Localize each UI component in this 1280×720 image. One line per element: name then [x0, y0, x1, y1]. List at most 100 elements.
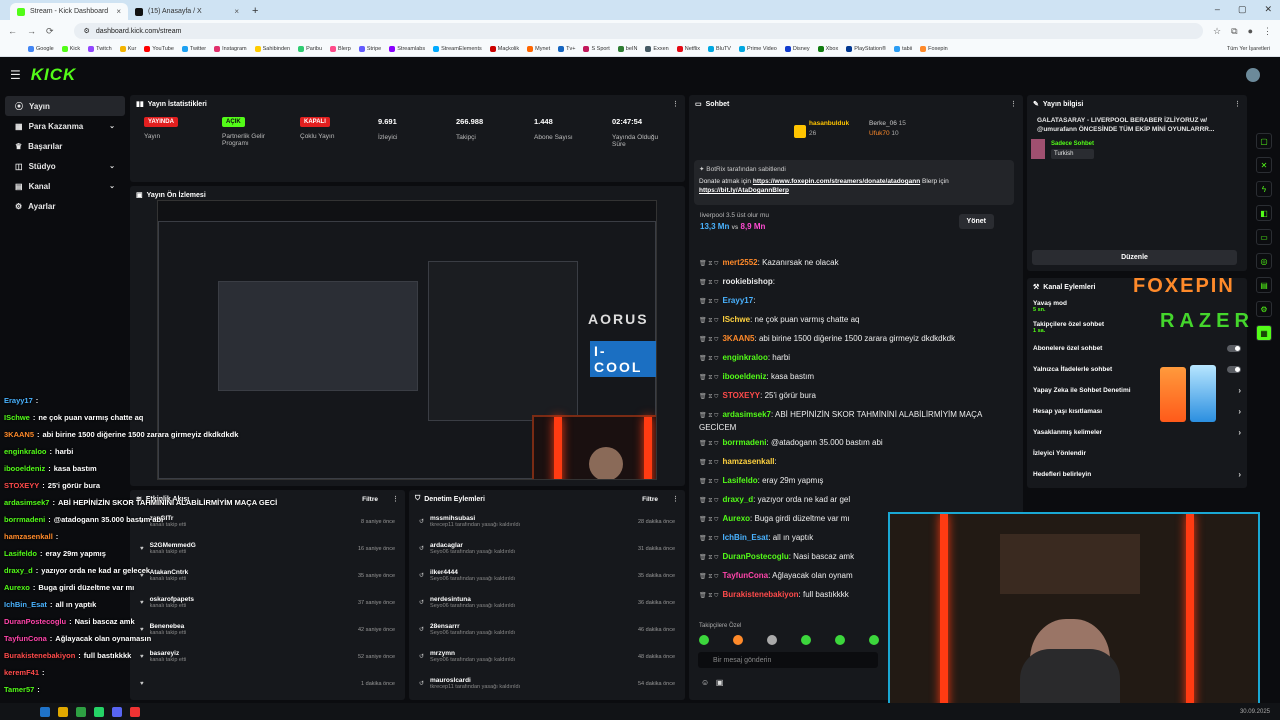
- bookmark-twitch[interactable]: Twitch: [88, 46, 112, 52]
- item-name[interactable]: ilker4444: [430, 569, 515, 576]
- mod-tools-icon[interactable]: 🗑 ⧖ ⛉: [699, 479, 718, 485]
- sidebar-item-ayarlar[interactable]: ⚙ Ayarlar: [5, 196, 125, 216]
- bookmark-tv-[interactable]: Tv+: [558, 46, 575, 52]
- mod-tools-icon[interactable]: 🗑 ⧖ ⛉: [699, 498, 718, 504]
- maximize-icon[interactable]: ▢: [1238, 4, 1247, 15]
- emote-icon[interactable]: [869, 635, 879, 645]
- tool-icon[interactable]: ◧: [1256, 205, 1272, 221]
- chat-message[interactable]: 🗑 ⧖ ⛉ hamzasenkall:: [689, 452, 1023, 471]
- item-name[interactable]: mssmihsubasi: [430, 515, 520, 522]
- sidebar-item-studyo[interactable]: ◫ Stüdyo ⌄: [5, 156, 125, 176]
- bookmark-disney[interactable]: Disney: [784, 46, 810, 52]
- bookmark-twitter[interactable]: Twitter: [181, 46, 206, 52]
- chat-input[interactable]: Bir mesaj gönderin: [698, 652, 878, 668]
- chat-message[interactable]: 🗑 ⧖ ⛉ ardasimsek7: ABİ HEPİNİZİN SKOR TAH…: [689, 405, 1023, 433]
- chat-message[interactable]: 🗑 ⧖ ⛉ borrmadeni: @atadogann 35.000 bastı…: [689, 433, 1023, 452]
- list-item[interactable]: ↺ 28ensarrr Seyo06 tarafından yasağı kaldı…: [409, 616, 685, 643]
- mod-tools-icon[interactable]: 🗑 ⧖ ⛉: [699, 441, 718, 447]
- chat-username[interactable]: draxy_d: [722, 495, 753, 504]
- list-item[interactable]: ↺ ardacaglar Seyo06 tarafından yasağı kald…: [409, 535, 685, 562]
- chat-message[interactable]: 🗑 ⧖ ⛉ Erayy17:: [689, 291, 1023, 310]
- chat-username[interactable]: ibooeldeniz: [722, 372, 766, 381]
- menu-dots-icon[interactable]: ⋮: [672, 495, 679, 503]
- chat-message[interactable]: 🗑 ⧖ ⛉ 3KAAN5: abi birine 1500 diğerine 15…: [689, 329, 1023, 348]
- close-window-icon[interactable]: ✕: [1264, 4, 1272, 15]
- url-field[interactable]: ⚙ dashboard.kick.com/stream: [73, 23, 1204, 39]
- mod-tools-icon[interactable]: 🗑 ⧖ ⛉: [699, 536, 718, 542]
- list-item[interactable]: ↺ nerdesintuna Seyo06 tarafından yasağı ka…: [409, 589, 685, 616]
- chat-username[interactable]: DuranPostecoglu: [722, 552, 788, 561]
- sidebar-item-basarilar[interactable]: ♛ Başarılar: [5, 136, 125, 156]
- bookmark-paribu[interactable]: Paribu: [298, 46, 322, 52]
- emote-icon[interactable]: [767, 635, 777, 645]
- tab-kick-dashboard[interactable]: Stream - Kick Dashboard ×: [10, 3, 128, 20]
- hamburger-menu-icon[interactable]: ☰: [10, 68, 21, 82]
- bookmark-instagram[interactable]: Instagram: [214, 46, 247, 52]
- item-name[interactable]: mrzymn: [430, 650, 515, 657]
- bookmark-tabii[interactable]: tabii: [894, 46, 912, 52]
- bookmark-prime-video[interactable]: Prime Video: [738, 46, 777, 52]
- bookmark-xbox[interactable]: Xbox: [817, 46, 838, 52]
- explorer-icon[interactable]: [58, 706, 68, 717]
- item-name[interactable]: nerdesintuna: [430, 596, 515, 603]
- bookmark-blerp[interactable]: Blerp: [330, 46, 351, 52]
- bookmark-playstation-[interactable]: PlayStation®: [846, 46, 886, 52]
- edit-stream-button[interactable]: Düzenle: [1032, 250, 1237, 265]
- channel-setting-row[interactable]: İzleyici Yönlendir: [1027, 443, 1247, 464]
- chat-message[interactable]: 🗑 ⧖ ⛉ Lasifeldo: eray 29m yapmış: [689, 471, 1023, 490]
- bookmark-streamelements[interactable]: StreamElements: [433, 46, 482, 52]
- list-item[interactable]: ↺ mrzymn Seyo06 tarafından yasağı kaldırıl…: [409, 643, 685, 670]
- bookmark-kick[interactable]: Kick: [61, 46, 80, 52]
- chat-message[interactable]: 🗑 ⧖ ⛉ draxy_d: yazıyor orda ne kad ar gel: [689, 490, 1023, 509]
- channel-setting-row[interactable]: Abonelere özel sohbet: [1027, 338, 1247, 359]
- bookmark-google[interactable]: Google: [28, 46, 54, 52]
- chat-username[interactable]: mert2552: [722, 258, 757, 267]
- channel-setting-row[interactable]: Hedefleri belirleyin ›: [1027, 464, 1247, 485]
- emote-icon[interactable]: [801, 635, 811, 645]
- close-tab-icon[interactable]: ×: [234, 7, 239, 16]
- mod-tools-icon[interactable]: 🗑 ⧖ ⛉: [699, 574, 718, 580]
- mod-tools-icon[interactable]: 🗑 ⧖ ⛉: [699, 555, 718, 561]
- start-icon[interactable]: [40, 706, 50, 717]
- bookmark-streamlabs[interactable]: Streamlabs: [389, 46, 425, 52]
- chat-message[interactable]: 🗑 ⧖ ⛉ enginkraloo: harbi: [689, 348, 1023, 367]
- minimize-icon[interactable]: –: [1215, 4, 1220, 15]
- item-name[interactable]: ardacaglar: [430, 542, 515, 549]
- tool-icon[interactable]: ▢: [1256, 133, 1272, 149]
- bookmark-netflix[interactable]: Netflix: [676, 46, 700, 52]
- tool-icon[interactable]: ⚙: [1256, 301, 1272, 317]
- bookmark-s-sport[interactable]: S Sport: [583, 46, 610, 52]
- chat-username[interactable]: hamzasenkall: [722, 457, 774, 466]
- bookmark-exxen[interactable]: Exxen: [645, 46, 669, 52]
- tool-icon[interactable]: ✕: [1256, 157, 1272, 173]
- bookmark-youtube[interactable]: YouTube: [144, 46, 174, 52]
- lightning-icon[interactable]: ϟ: [1256, 181, 1272, 197]
- chat-username[interactable]: Burakistenebakiyon: [722, 590, 798, 599]
- sidebar-item-para-kazanma[interactable]: ▦ Para Kazanma ⌄: [5, 116, 125, 136]
- gift-icon[interactable]: ▣: [716, 678, 724, 687]
- emote-icon[interactable]: [733, 635, 743, 645]
- bookmark-mynet[interactable]: Mynet: [527, 46, 550, 52]
- toggle-switch[interactable]: [1227, 345, 1241, 352]
- new-tab-button[interactable]: +: [252, 5, 258, 17]
- bookmark-sahibinden[interactable]: Sahibinden: [254, 46, 290, 52]
- kick-logo[interactable]: KICK: [31, 65, 77, 85]
- chat-username[interactable]: Lasifeldo: [722, 476, 757, 485]
- bookmark-bein[interactable]: beIN: [617, 46, 637, 52]
- extensions-icon[interactable]: ⧉: [1231, 26, 1237, 37]
- chat-message[interactable]: 🗑 ⧖ ⛉ STOXEYY: 25'i görür bura: [689, 386, 1023, 405]
- mod-tools-icon[interactable]: 🗑 ⧖ ⛉: [699, 318, 718, 324]
- chat-username[interactable]: ardasimsek7: [722, 410, 770, 419]
- emote-icon[interactable]: [835, 635, 845, 645]
- user-avatar[interactable]: [1246, 68, 1260, 82]
- forward-icon[interactable]: →: [27, 26, 36, 36]
- sidebar-item-kanal[interactable]: ▤ Kanal ⌄: [5, 176, 125, 196]
- donate-link[interactable]: https://www.foxepin.com/streamers/donate…: [753, 178, 920, 185]
- list-item[interactable]: ↺ mauroslcardi tkrecep11 tarafından yasağı…: [409, 670, 685, 697]
- reload-icon[interactable]: ⟳: [46, 26, 54, 37]
- chat-username[interactable]: borrmadeni: [722, 438, 766, 447]
- obs-icon[interactable]: [130, 706, 140, 717]
- manage-poll-button[interactable]: Yönet: [958, 214, 994, 229]
- chat-message[interactable]: 🗑 ⧖ ⛉ mert2552: Kazanırsak ne olacak: [689, 253, 1023, 272]
- toggle-switch[interactable]: [1227, 366, 1241, 373]
